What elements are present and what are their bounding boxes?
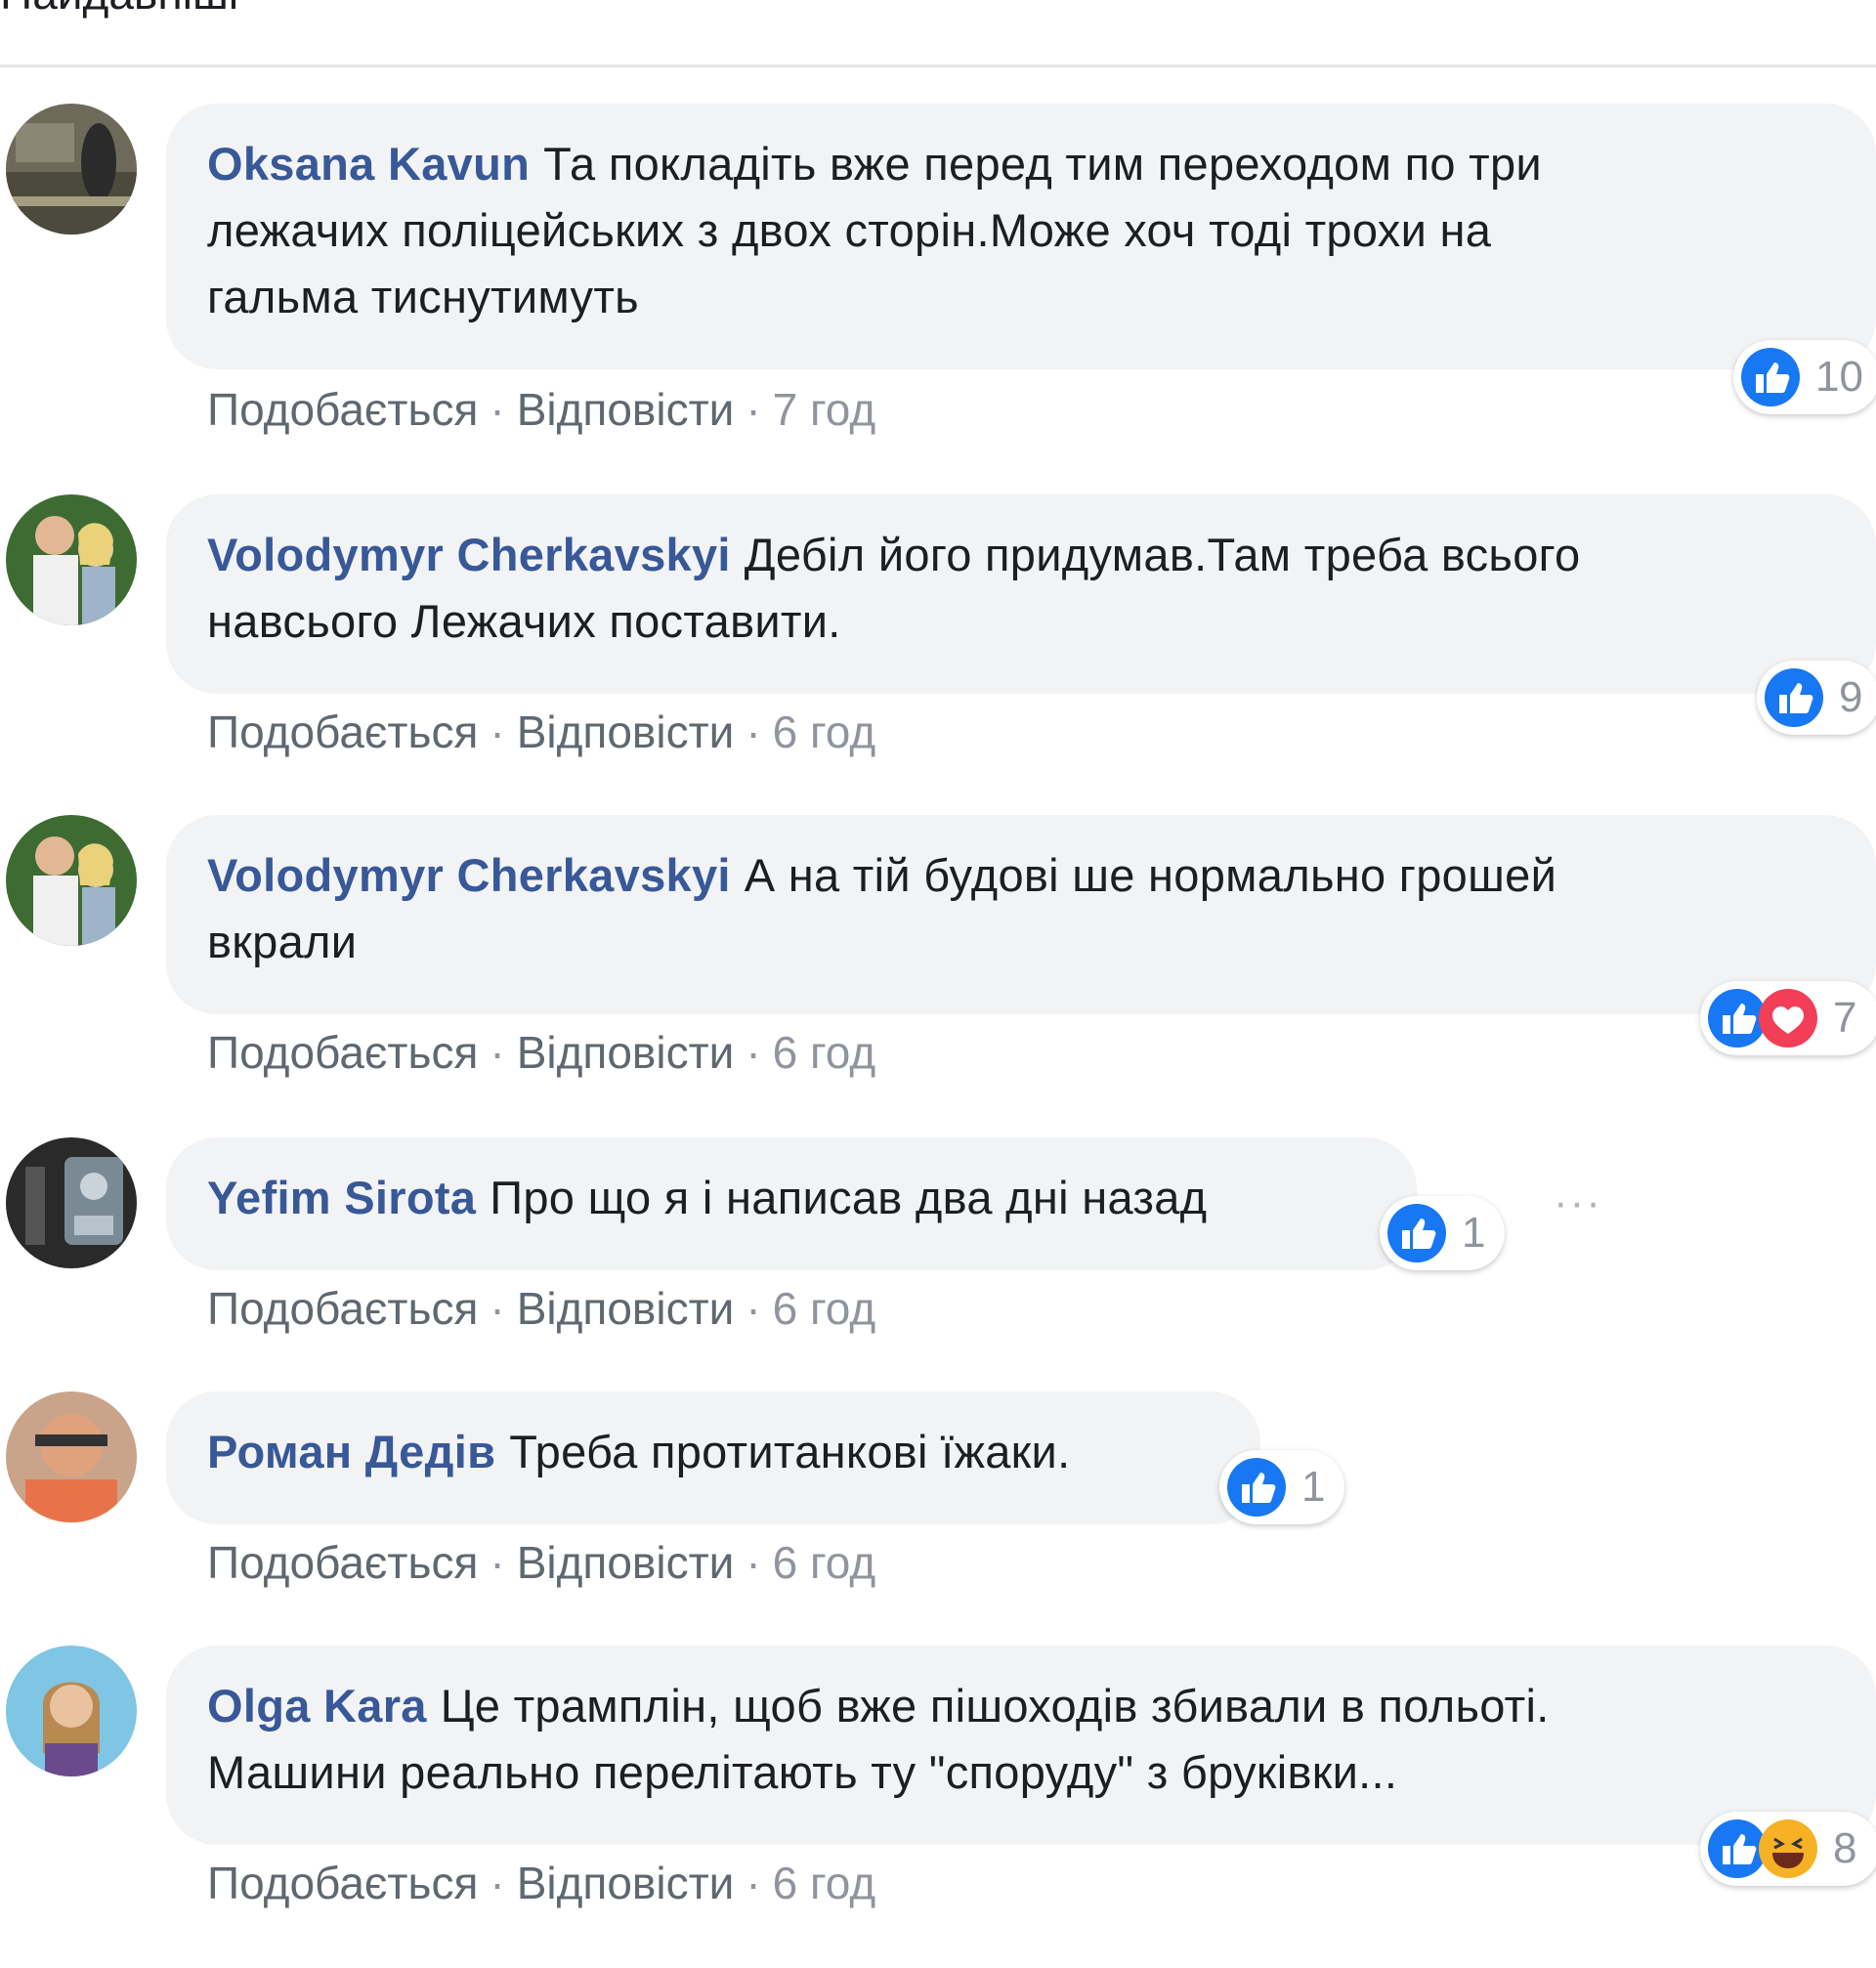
- author-name[interactable]: Olga Kara: [207, 1680, 427, 1732]
- comment-actions: Подобається · Відповісти · 6 год: [207, 1537, 876, 1588]
- reply-link[interactable]: Відповісти: [517, 1537, 735, 1588]
- timestamp[interactable]: 6 год: [773, 1858, 876, 1908]
- reaction-count: 7: [1833, 994, 1857, 1042]
- comment-text-line: Це трамплін, щоб вже пішоходів збивали в…: [440, 1680, 1550, 1732]
- comment-bubble: Oksana Kavun Та покладіть вже перед тим п…: [166, 104, 1876, 369]
- comment-text-line: Дебіл його придумав.Там треба всього: [744, 529, 1581, 580]
- comment-actions: Подобається · Відповісти · 6 год: [207, 706, 876, 757]
- comment-bubble: Volodymyr Cherkavskyi Дебіл його придумав…: [166, 494, 1876, 694]
- like-link[interactable]: Подобається: [207, 706, 478, 757]
- avatar[interactable]: [6, 104, 137, 235]
- reaction-count: 1: [1301, 1463, 1326, 1511]
- like-icon: [1386, 1202, 1448, 1264]
- comment-bubble: Volodymyr Cherkavskyi А на тій будові ше …: [166, 815, 1876, 1014]
- avatar[interactable]: [6, 815, 137, 946]
- comment-bubble: Роман Дедів Треба протитанкові їжаки.: [166, 1391, 1260, 1524]
- like-icon: [1763, 666, 1825, 729]
- more-options-icon[interactable]: ···: [1554, 1178, 1602, 1227]
- like-link[interactable]: Подобається: [207, 1283, 478, 1334]
- comment-text-line: лежачих поліцейських з двох сторін.Може …: [207, 204, 1492, 256]
- like-link[interactable]: Подобається: [207, 384, 478, 435]
- reply-link[interactable]: Відповісти: [517, 1858, 735, 1908]
- comment-text-line: Треба протитанкові їжаки.: [509, 1426, 1071, 1477]
- comment-text-line: Машини реально перелітають ту "споруду" …: [207, 1746, 1398, 1798]
- comment-text-line: навсього Лежачих поставити.: [207, 595, 841, 647]
- avatar[interactable]: [6, 1391, 137, 1522]
- comment-text-line: вкрали: [207, 916, 358, 967]
- author-name[interactable]: Oksana Kavun: [207, 138, 530, 190]
- reaction-count: 1: [1462, 1209, 1486, 1257]
- reaction-summary[interactable]: 1: [1380, 1196, 1505, 1270]
- sort-label[interactable]: Найдавніші: [0, 0, 238, 20]
- author-name[interactable]: Volodymyr Cherkavskyi: [207, 529, 731, 580]
- timestamp[interactable]: 6 год: [773, 1537, 876, 1588]
- author-name[interactable]: Volodymyr Cherkavskyi: [207, 849, 731, 901]
- comment-bubble: Yefim Sirota Про що я і написав два дні н…: [166, 1137, 1417, 1270]
- comment-text-line: гальма тиснутимуть: [207, 271, 639, 322]
- reaction-count: 10: [1815, 353, 1863, 401]
- reply-link[interactable]: Відповісти: [517, 706, 735, 757]
- reaction-count: 8: [1833, 1824, 1857, 1872]
- divider: [0, 64, 1876, 67]
- reply-link[interactable]: Відповісти: [517, 384, 735, 435]
- timestamp[interactable]: 6 год: [773, 1283, 876, 1334]
- love-icon: [1757, 987, 1819, 1049]
- like-link[interactable]: Подобається: [207, 1027, 478, 1078]
- author-name[interactable]: Роман Дедів: [207, 1426, 495, 1477]
- reaction-summary[interactable]: 1: [1219, 1450, 1344, 1524]
- like-icon: [1225, 1456, 1288, 1519]
- reaction-summary[interactable]: 10: [1733, 340, 1876, 414]
- timestamp[interactable]: 6 год: [773, 1027, 876, 1078]
- comment-text-line: Та покладіть вже перед тим переходом по …: [543, 138, 1542, 190]
- reaction-summary[interactable]: 9: [1757, 661, 1876, 735]
- timestamp[interactable]: 6 год: [773, 706, 876, 757]
- reply-link[interactable]: Відповісти: [517, 1283, 735, 1334]
- avatar[interactable]: [6, 494, 137, 625]
- like-icon: [1739, 346, 1802, 408]
- reply-link[interactable]: Відповісти: [517, 1027, 735, 1078]
- comment-text-line: А на тій будові ше нормально грошей: [744, 849, 1557, 901]
- timestamp[interactable]: 7 год: [773, 384, 876, 435]
- like-link[interactable]: Подобається: [207, 1537, 478, 1588]
- author-name[interactable]: Yefim Sirota: [207, 1172, 476, 1223]
- reaction-summary[interactable]: 7: [1700, 981, 1876, 1055]
- comment-actions: Подобається · Відповісти · 7 год: [207, 384, 876, 435]
- comment-actions: Подобається · Відповісти · 6 год: [207, 1027, 876, 1078]
- comment-actions: Подобається · Відповісти · 6 год: [207, 1283, 876, 1334]
- comment-text-line: Про що я і написав два дні назад: [490, 1172, 1208, 1223]
- reaction-summary[interactable]: 8: [1700, 1812, 1876, 1886]
- comment-bubble: Olga Kara Це трамплін, щоб вже пішоходів …: [166, 1646, 1876, 1845]
- avatar[interactable]: [6, 1646, 137, 1776]
- like-link[interactable]: Подобається: [207, 1858, 478, 1908]
- avatar[interactable]: [6, 1137, 137, 1268]
- haha-icon: [1757, 1818, 1819, 1880]
- reaction-count: 9: [1839, 673, 1863, 721]
- comment-actions: Подобається · Відповісти · 6 год: [207, 1858, 876, 1908]
